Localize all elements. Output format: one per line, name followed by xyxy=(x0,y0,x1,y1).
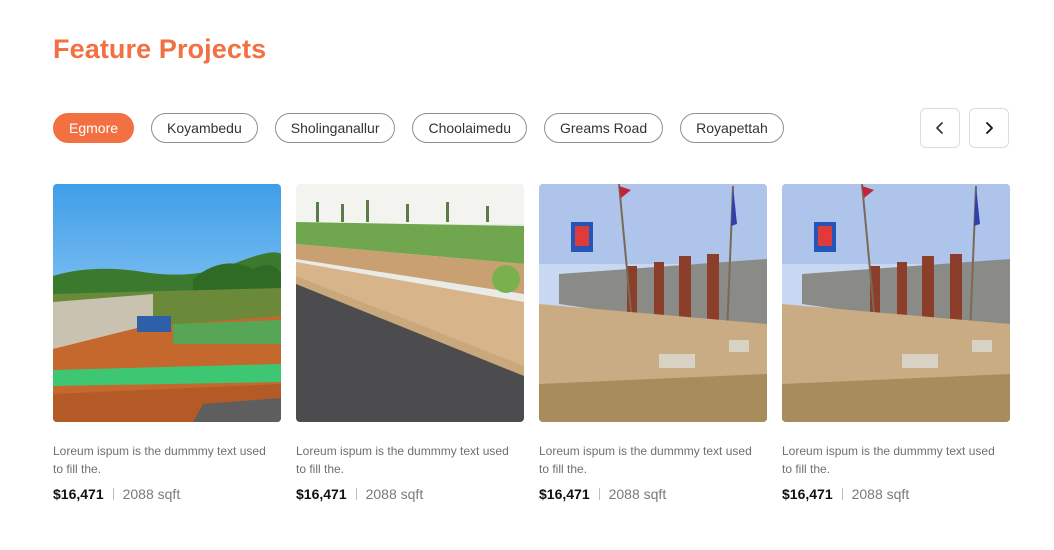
chevron-left-icon xyxy=(936,122,943,134)
filter-chip-koyambedu[interactable]: Koyambedu xyxy=(151,113,258,143)
carousel-prev-button[interactable] xyxy=(920,108,960,148)
location-filter-tabs: Egmore Koyambedu Sholinganallur Choolaim… xyxy=(53,113,784,143)
filter-chip-greams-road[interactable]: Greams Road xyxy=(543,113,664,143)
project-meta: $16,471 2088 sqft xyxy=(539,486,767,502)
project-meta: $16,471 2088 sqft xyxy=(782,486,1010,502)
project-price: $16,471 xyxy=(539,486,590,502)
project-card[interactable]: Loreum ispum is the dummmy text used to … xyxy=(539,184,767,502)
project-card[interactable]: Loreum ispum is the dummmy text used to … xyxy=(296,184,524,502)
project-area: 2088 sqft xyxy=(851,486,910,502)
project-price: $16,471 xyxy=(296,486,347,502)
project-meta: $16,471 2088 sqft xyxy=(53,486,281,502)
meta-divider xyxy=(598,488,600,500)
project-card[interactable]: Loreum ispum is the dummmy text used to … xyxy=(53,184,281,502)
project-photo[interactable] xyxy=(539,184,767,422)
chevron-right-icon xyxy=(986,122,993,134)
project-card-list: Loreum ispum is the dummmy text used to … xyxy=(53,184,1010,502)
project-photo[interactable] xyxy=(782,184,1010,422)
project-price: $16,471 xyxy=(53,486,104,502)
project-card[interactable]: Loreum ispum is the dummmy text used to … xyxy=(782,184,1010,502)
project-description: Loreum ispum is the dummmy text used to … xyxy=(539,444,752,476)
meta-divider xyxy=(355,488,357,500)
filter-chip-choolaimedu[interactable]: Choolaimedu xyxy=(412,113,527,143)
project-photo[interactable] xyxy=(296,184,524,422)
filter-chip-royapettah[interactable]: Royapettah xyxy=(680,113,784,143)
filter-chip-egmore[interactable]: Egmore xyxy=(53,113,135,143)
carousel-next-button[interactable] xyxy=(969,108,1009,148)
meta-divider xyxy=(112,488,114,500)
project-meta: $16,471 2088 sqft xyxy=(296,486,524,502)
filter-chip-sholinganallur[interactable]: Sholinganallur xyxy=(274,113,396,143)
project-area: 2088 sqft xyxy=(608,486,667,502)
project-description: Loreum ispum is the dummmy text used to … xyxy=(296,444,509,476)
meta-divider xyxy=(841,488,843,500)
project-area: 2088 sqft xyxy=(122,486,181,502)
project-description: Loreum ispum is the dummmy text used to … xyxy=(782,444,995,476)
project-price: $16,471 xyxy=(782,486,833,502)
project-photo[interactable] xyxy=(53,184,281,422)
section-title: Feature Projects xyxy=(53,34,267,64)
project-description: Loreum ispum is the dummmy text used to … xyxy=(53,444,266,476)
project-area: 2088 sqft xyxy=(365,486,424,502)
